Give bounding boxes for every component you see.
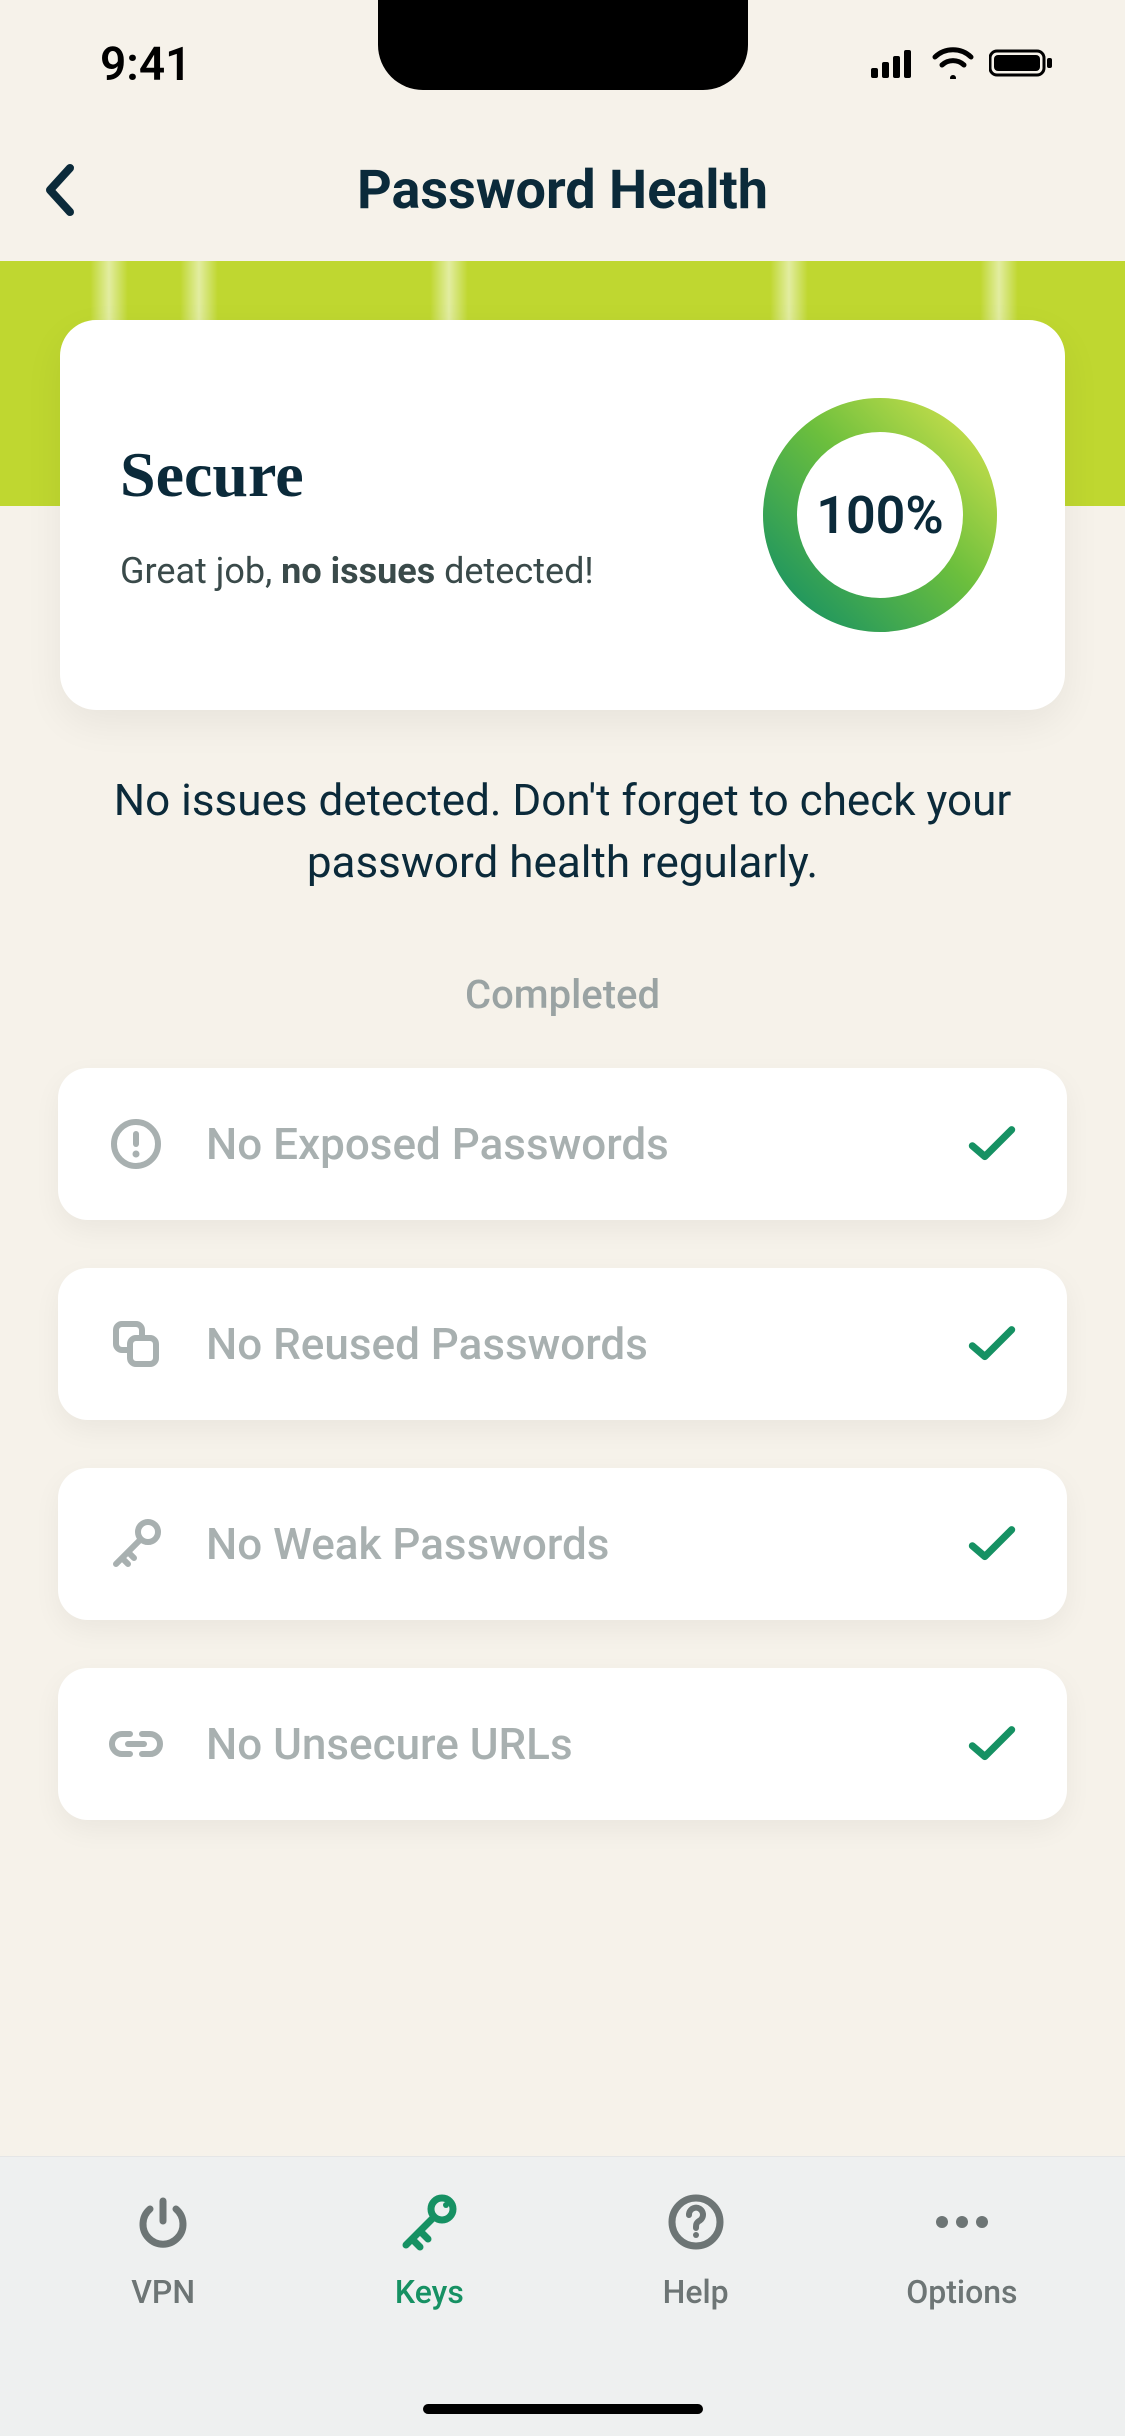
secure-sub-prefix: Great job, <box>120 550 281 592</box>
check-item-label: No Unsecure URLs <box>206 1718 925 1770</box>
secure-subtitle: Great job, no issues detected! <box>120 550 594 592</box>
score-text: 100% <box>755 390 1005 640</box>
check-item-label: No Reused Passwords <box>206 1318 925 1370</box>
check-item-exposed[interactable]: No Exposed Passwords <box>58 1068 1067 1220</box>
help-icon <box>661 2187 731 2257</box>
check-icon <box>967 1119 1017 1169</box>
page-title: Password Health <box>357 159 768 222</box>
check-item-label: No Exposed Passwords <box>206 1118 925 1170</box>
power-icon <box>128 2187 198 2257</box>
tab-label: Options <box>906 2273 1017 2311</box>
score-ring: 100% <box>755 390 1005 640</box>
summary-text: Secure Great job, no issues detected! <box>120 438 594 592</box>
key-icon <box>108 1516 164 1572</box>
status-icons <box>871 47 1053 83</box>
secure-sub-suffix: detected! <box>435 550 593 592</box>
health-summary-card: Secure Great job, no issues detected! 10… <box>60 320 1065 710</box>
tab-label: Keys <box>395 2273 464 2311</box>
tab-help[interactable]: Help <box>563 2187 829 2346</box>
tab-label: Help <box>663 2273 729 2311</box>
chevron-left-icon <box>40 162 80 218</box>
copy-icon <box>108 1316 164 1372</box>
link-icon <box>108 1716 164 1772</box>
alert-icon <box>108 1116 164 1172</box>
completed-label: Completed <box>0 971 1125 1018</box>
check-icon <box>967 1319 1017 1369</box>
battery-icon <box>989 48 1053 82</box>
cellular-icon <box>871 48 917 82</box>
check-item-label: No Weak Passwords <box>206 1518 925 1570</box>
key-icon <box>394 2187 464 2257</box>
home-indicator[interactable] <box>423 2404 703 2414</box>
tab-label: VPN <box>131 2273 195 2311</box>
app-header: Password Health <box>0 130 1125 250</box>
check-item-unsecure-urls[interactable]: No Unsecure URLs <box>58 1668 1067 1820</box>
tab-vpn[interactable]: VPN <box>30 2187 296 2346</box>
secure-title: Secure <box>120 438 594 512</box>
device-notch <box>378 0 748 90</box>
check-item-reused[interactable]: No Reused Passwords <box>58 1268 1067 1420</box>
secure-sub-bold: no issues <box>281 550 435 592</box>
check-icon <box>967 1519 1017 1569</box>
more-icon <box>927 2187 997 2257</box>
tab-options[interactable]: Options <box>829 2187 1095 2346</box>
status-time: 9:41 <box>100 38 191 92</box>
wifi-icon <box>931 47 975 83</box>
check-item-weak[interactable]: No Weak Passwords <box>58 1468 1067 1620</box>
tab-bar: VPN Keys Help Options <box>0 2156 1125 2436</box>
health-message: No issues detected. Don't forget to chec… <box>80 770 1045 893</box>
check-list: No Exposed Passwords No Reused Passwords… <box>58 1068 1067 1820</box>
tab-keys[interactable]: Keys <box>296 2187 562 2346</box>
check-icon <box>967 1719 1017 1769</box>
back-button[interactable] <box>30 160 90 220</box>
status-bar: 9:41 <box>0 0 1125 130</box>
